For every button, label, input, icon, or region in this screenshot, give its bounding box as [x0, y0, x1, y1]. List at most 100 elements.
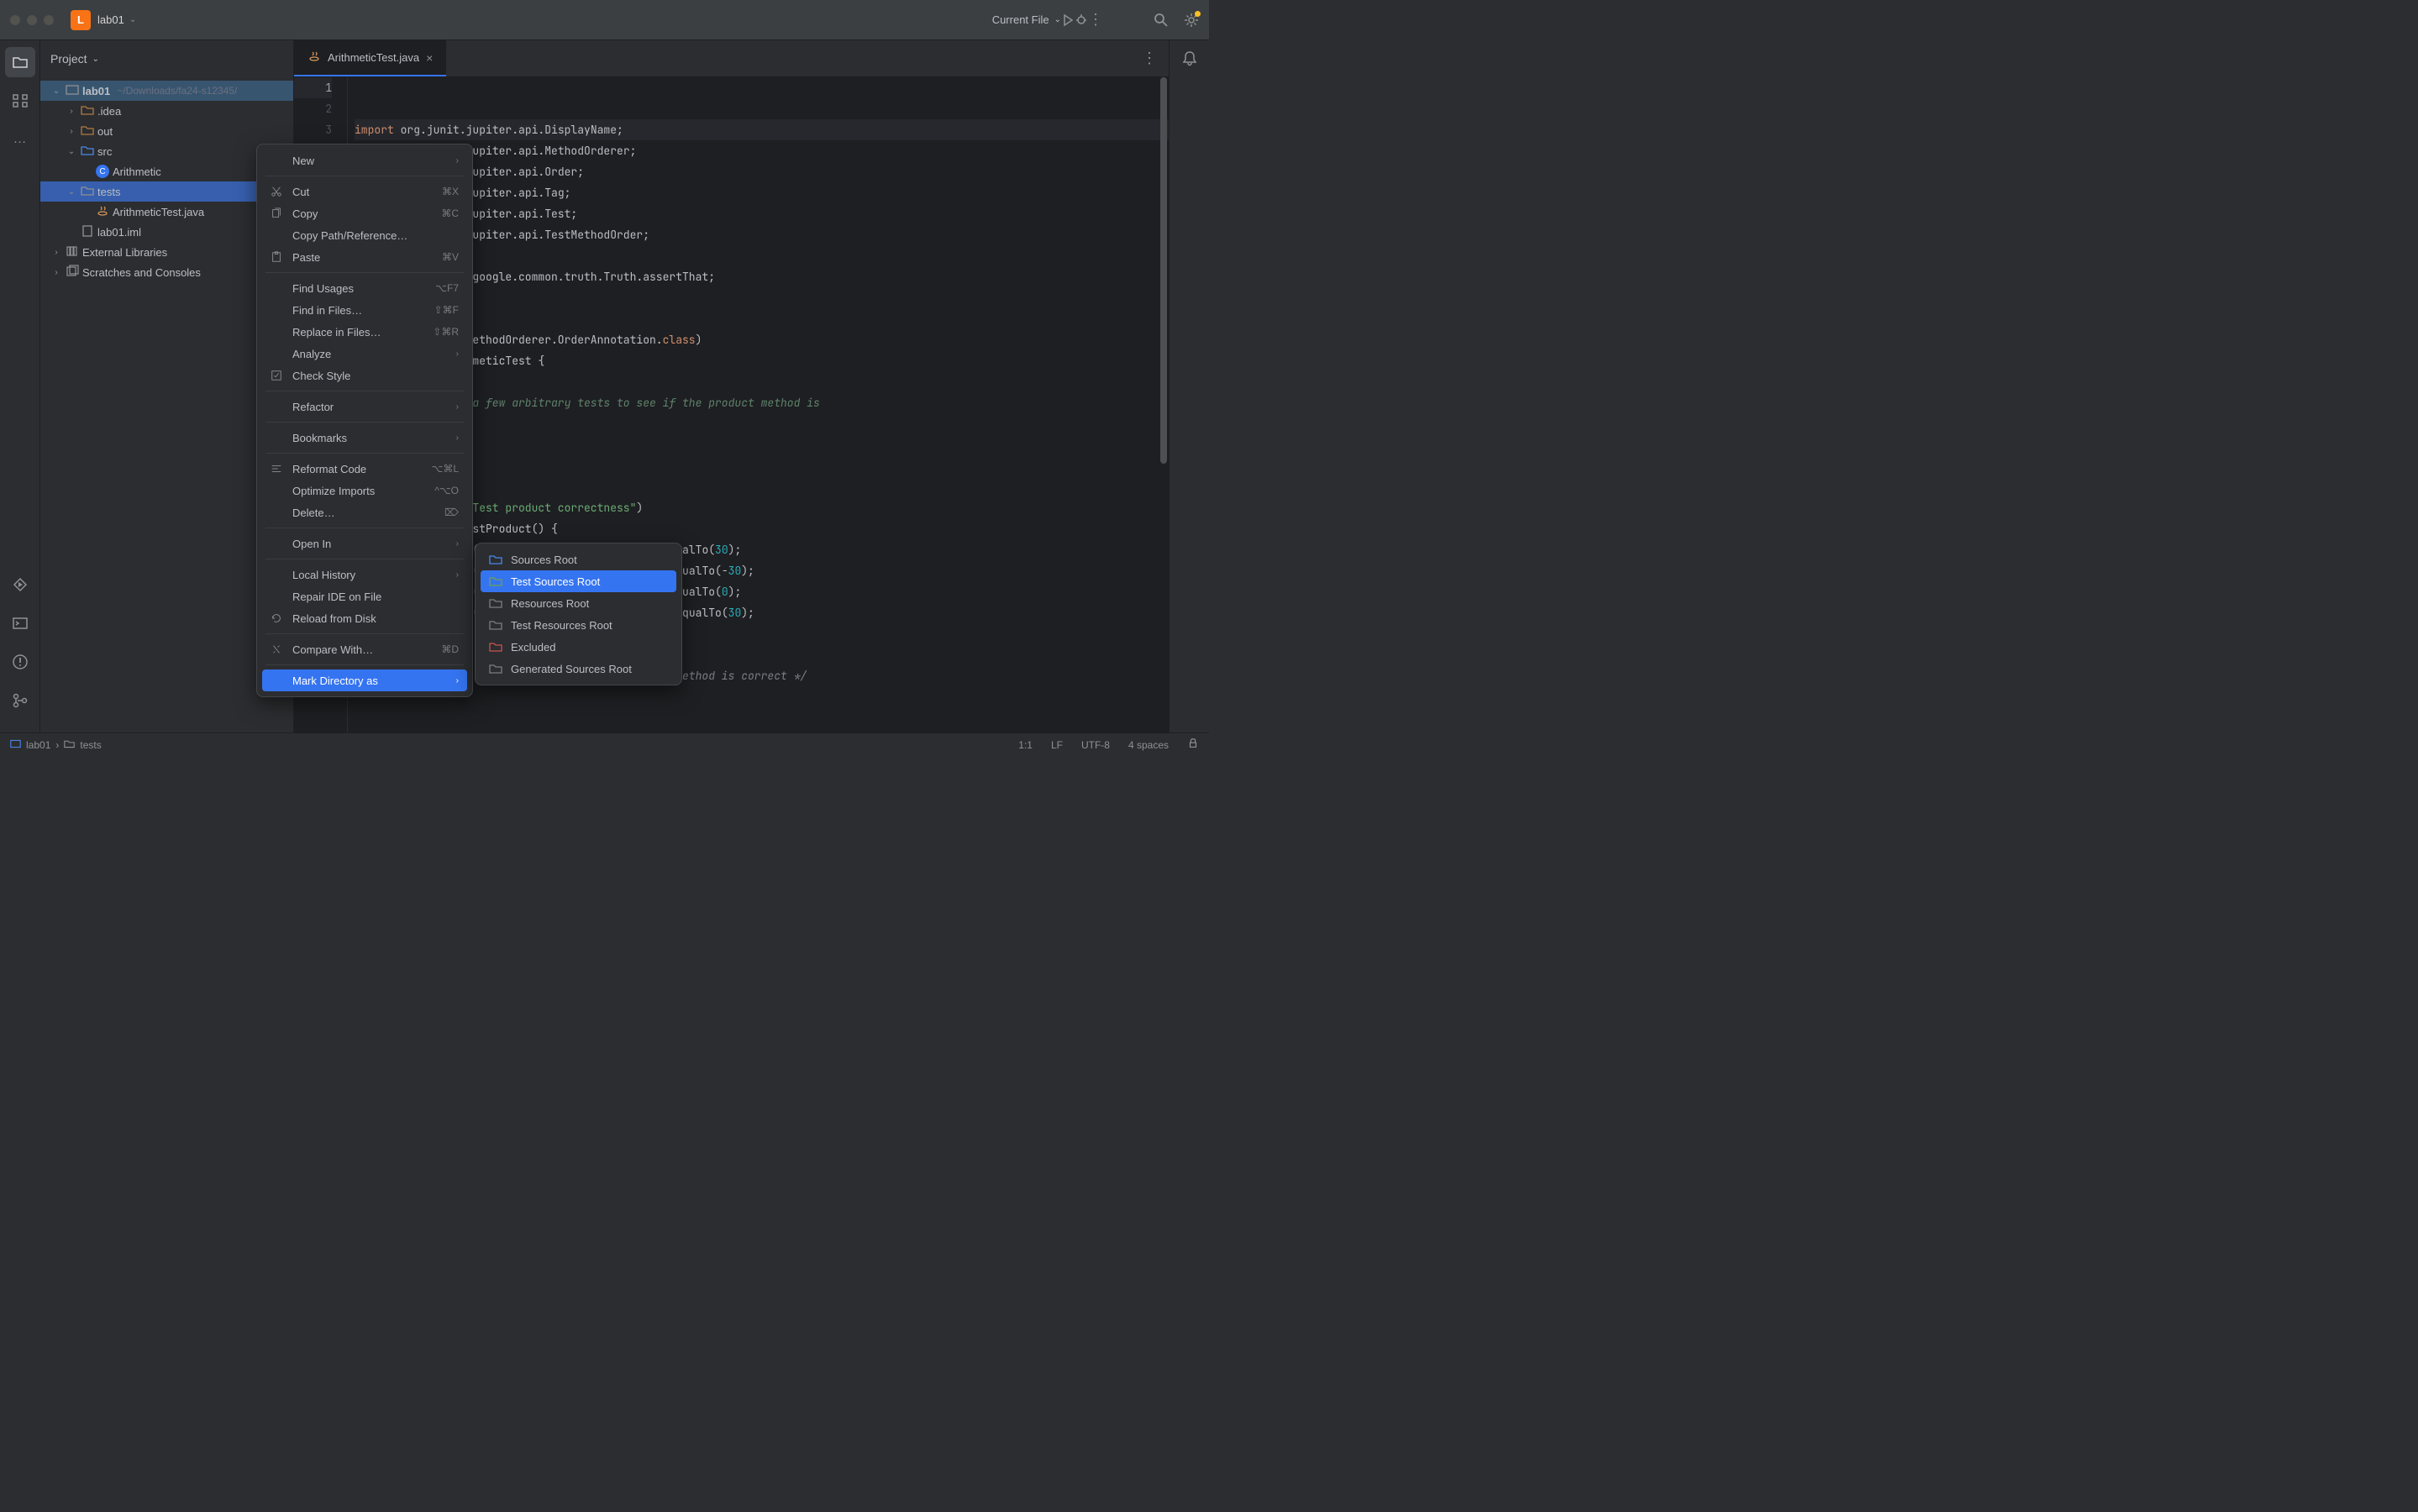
tree-item-arithmetic-test[interactable]: ArithmeticTest.java — [40, 202, 293, 222]
compare-icon — [271, 643, 284, 655]
menu-item-cut[interactable]: Cut⌘X — [262, 181, 467, 202]
menu-item-local-history[interactable]: Local History› — [262, 564, 467, 585]
project-tool-button[interactable] — [5, 47, 35, 77]
project-name[interactable]: lab01 — [97, 13, 124, 26]
folder-icon — [81, 103, 94, 119]
menu-item-paste[interactable]: Paste⌘V — [262, 246, 467, 268]
chevron-down-icon[interactable]: ⌄ — [66, 187, 77, 197]
tree-item-label: tests — [97, 186, 120, 198]
submenu-item-generated-sources-root[interactable]: Generated Sources Root — [481, 658, 676, 680]
debug-button[interactable] — [1075, 13, 1088, 27]
tree-item-iml[interactable]: lab01.iml — [40, 222, 293, 242]
folder-icon — [489, 662, 502, 675]
close-tab-button[interactable]: × — [426, 51, 433, 65]
menu-item-copy-path-reference[interactable]: Copy Path/Reference… — [262, 224, 467, 246]
chevron-down-icon[interactable]: ⌄ — [50, 87, 62, 96]
chevron-right-icon[interactable]: › — [66, 127, 77, 136]
structure-tool-button[interactable] — [5, 86, 35, 116]
menu-item-label: Replace in Files… — [292, 326, 424, 339]
breadcrumb-item[interactable]: lab01 — [26, 739, 50, 751]
menu-item-mark-directory-as[interactable]: Mark Directory as› — [262, 669, 467, 691]
menu-item-bookmarks[interactable]: Bookmarks› — [262, 427, 467, 449]
vcs-tool-button[interactable] — [5, 685, 35, 716]
left-tool-rail: … — [0, 40, 40, 732]
tree-item-label: out — [97, 125, 113, 138]
scrollbar-thumb[interactable] — [1160, 77, 1167, 464]
tree-item-external-libs[interactable]: › External Libraries — [40, 242, 293, 262]
titlebar: L lab01 ⌄ Current File ⌄ ⋮ — [0, 0, 1209, 40]
menu-shortcut: ⌥⌘L — [431, 463, 459, 475]
minimize-window-button[interactable] — [27, 15, 37, 25]
scrollbar-track[interactable] — [1159, 77, 1169, 732]
menu-item-label: Analyze — [292, 348, 448, 360]
settings-icon[interactable] — [1184, 13, 1199, 28]
tree-root[interactable]: ⌄ lab01 ~/Downloads/fa24-s12345/ — [40, 81, 293, 101]
menu-item-find-usages[interactable]: Find Usages⌥F7 — [262, 277, 467, 299]
file-icon — [81, 224, 94, 240]
more-actions-button[interactable]: ⋮ — [1088, 11, 1103, 29]
tree-item-out[interactable]: › out — [40, 121, 293, 141]
editor-tab[interactable]: ArithmeticTest.java × — [294, 40, 446, 76]
encoding[interactable]: UTF-8 — [1081, 739, 1110, 751]
tree-item-tests[interactable]: ⌄ tests — [40, 181, 293, 202]
submenu-item-test-resources-root[interactable]: Test Resources Root — [481, 614, 676, 636]
menu-item-copy[interactable]: Copy⌘C — [262, 202, 467, 224]
problems-tool-button[interactable] — [5, 647, 35, 677]
menu-item-compare-with[interactable]: Compare With…⌘D — [262, 638, 467, 660]
menu-item-new[interactable]: New› — [262, 150, 467, 171]
run-button[interactable] — [1061, 13, 1075, 27]
tree-item-arithmetic-class[interactable]: C Arithmetic — [40, 161, 293, 181]
mark-directory-submenu: Sources RootTest Sources RootResources R… — [475, 543, 682, 685]
menu-item-optimize-imports[interactable]: Optimize Imports^⌥O — [262, 480, 467, 501]
menu-item-label: Repair IDE on File — [292, 591, 459, 603]
more-tools-button[interactable]: … — [5, 124, 35, 155]
tab-more-button[interactable]: ⋮ — [1142, 50, 1157, 67]
menu-item-reload-from-disk[interactable]: Reload from Disk — [262, 607, 467, 629]
submenu-item-resources-root[interactable]: Resources Root — [481, 592, 676, 614]
menu-item-replace-in-files[interactable]: Replace in Files…⇧⌘R — [262, 321, 467, 343]
breadcrumb[interactable]: lab01 › tests — [10, 738, 102, 752]
breadcrumb-item[interactable]: tests — [80, 739, 101, 751]
readonly-toggle[interactable] — [1187, 738, 1199, 752]
submenu-item-sources-root[interactable]: Sources Root — [481, 549, 676, 570]
menu-shortcut: ^⌥O — [434, 485, 459, 496]
menu-item-open-in[interactable]: Open In› — [262, 533, 467, 554]
folder-icon — [81, 184, 94, 200]
tree-item-scratches[interactable]: › Scratches and Consoles — [40, 262, 293, 282]
notifications-button[interactable] — [1181, 50, 1198, 70]
menu-item-analyze[interactable]: Analyze› — [262, 343, 467, 365]
menu-separator — [265, 422, 464, 423]
cursor-position[interactable]: 1:1 — [1018, 739, 1033, 751]
menu-item-reformat-code[interactable]: Reformat Code⌥⌘L — [262, 458, 467, 480]
close-window-button[interactable] — [10, 15, 20, 25]
search-icon[interactable] — [1154, 13, 1169, 28]
indent[interactable]: 4 spaces — [1128, 739, 1169, 751]
update-badge — [1195, 11, 1201, 17]
terminal-tool-button[interactable] — [5, 608, 35, 638]
maximize-window-button[interactable] — [44, 15, 54, 25]
menu-item-check-style[interactable]: Check Style — [262, 365, 467, 386]
run-tool-button[interactable] — [5, 570, 35, 600]
menu-item-repair-ide-on-file[interactable]: Repair IDE on File — [262, 585, 467, 607]
tree-item-idea[interactable]: › .idea — [40, 101, 293, 121]
submenu-item-test-sources-root[interactable]: Test Sources Root — [481, 570, 676, 592]
copy-icon — [271, 207, 284, 219]
tree-item-label: lab01 — [82, 85, 110, 97]
chevron-down-icon[interactable]: ⌄ — [66, 147, 77, 156]
chevron-right-icon[interactable]: › — [66, 107, 77, 116]
menu-item-label: Cut — [292, 186, 434, 198]
chevron-right-icon[interactable]: › — [50, 268, 62, 277]
sidebar-header[interactable]: Project ⌄ — [40, 40, 293, 77]
tree-item-src[interactable]: ⌄ src — [40, 141, 293, 161]
menu-item-refactor[interactable]: Refactor› — [262, 396, 467, 417]
submenu-item-excluded[interactable]: Excluded — [481, 636, 676, 658]
run-config-selector[interactable]: Current File ⌄ — [992, 13, 1061, 26]
line-ending[interactable]: LF — [1051, 739, 1063, 751]
chevron-right-icon[interactable]: › — [50, 248, 62, 257]
menu-item-find-in-files[interactable]: Find in Files…⇧⌘F — [262, 299, 467, 321]
chevron-down-icon[interactable]: ⌄ — [129, 15, 136, 24]
statusbar: lab01 › tests 1:1 LF UTF-8 4 spaces — [0, 732, 1209, 756]
menu-item-label: Reload from Disk — [292, 612, 459, 625]
menu-item-delete[interactable]: Delete…⌦ — [262, 501, 467, 523]
menu-shortcut: ⌘V — [442, 251, 459, 263]
